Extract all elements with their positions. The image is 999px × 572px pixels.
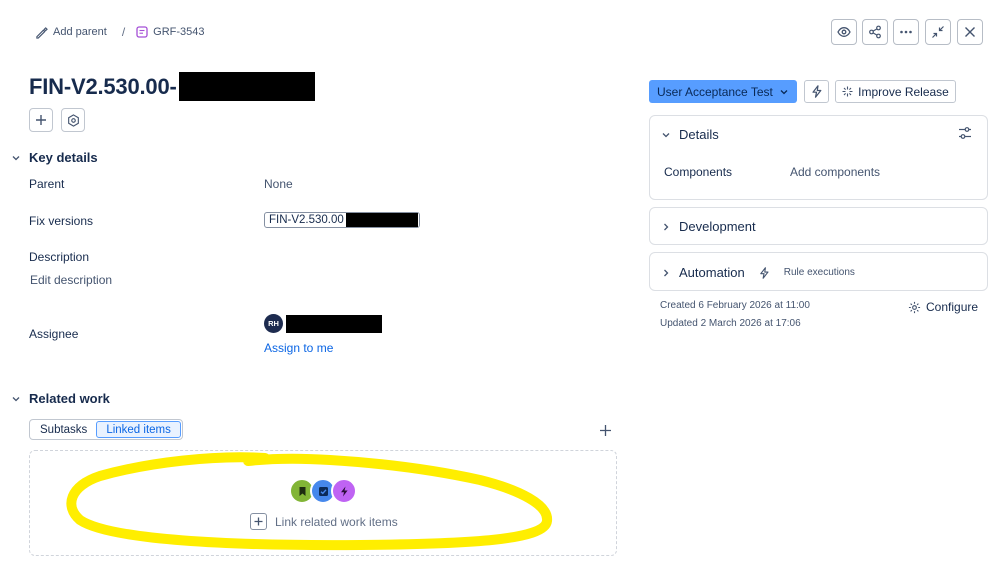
issue-key-label: GRF-3543 xyxy=(153,26,205,38)
close-button[interactable] xyxy=(957,19,983,45)
minimize-icon xyxy=(931,25,945,39)
issue-type-icons xyxy=(289,478,359,504)
eye-icon xyxy=(837,25,851,39)
description-label: Description xyxy=(29,250,90,264)
lightning-icon xyxy=(811,85,823,98)
add-button[interactable] xyxy=(29,108,53,132)
assignee-label: Assignee xyxy=(29,327,79,341)
assignee-field[interactable]: RH xyxy=(264,314,382,333)
plus-icon xyxy=(35,114,47,126)
key-details-header[interactable]: Key details xyxy=(11,150,98,165)
lightning-icon xyxy=(759,266,770,279)
configure-fields-button[interactable] xyxy=(958,126,972,140)
improve-release-button[interactable]: Improve Release xyxy=(835,80,956,103)
add-parent-label: Add parent xyxy=(53,26,107,38)
chevron-right-icon xyxy=(661,268,671,278)
components-label: Components xyxy=(664,165,733,179)
components-field[interactable]: Add components xyxy=(790,165,880,179)
related-work-heading: Related work xyxy=(29,391,110,406)
issue-title-row: FIN-V2.530.00- xyxy=(29,72,315,101)
status-label: User Acceptance Test xyxy=(657,84,773,99)
created-timestamp: Created 6 February 2026 at 11:00 xyxy=(660,300,810,311)
tab-subtasks[interactable]: Subtasks xyxy=(31,421,96,438)
link-related-button[interactable]: Link related work items xyxy=(250,513,398,530)
redacted-block xyxy=(178,72,315,101)
epic-icon xyxy=(331,478,357,504)
breadcrumb-separator: / xyxy=(121,25,126,39)
rule-executions-link[interactable]: Rule executions xyxy=(784,267,855,278)
related-work-header[interactable]: Related work xyxy=(11,391,110,406)
sparkle-icon xyxy=(842,86,853,97)
share-button[interactable] xyxy=(862,19,888,45)
development-header[interactable]: Development xyxy=(661,219,756,234)
edit-icon xyxy=(35,26,48,39)
avatar: RH xyxy=(264,314,283,333)
minimize-button[interactable] xyxy=(925,19,951,45)
issue-title[interactable]: FIN-V2.530.00- xyxy=(29,74,177,100)
breadcrumb: Add parent / GRF-3543 xyxy=(35,25,205,39)
issue-type-icon xyxy=(136,26,148,38)
redacted-block xyxy=(286,314,382,333)
gear-icon xyxy=(908,301,921,314)
automation-header[interactable]: Automation Rule executions xyxy=(661,265,855,280)
share-icon xyxy=(868,25,882,39)
chevron-right-icon xyxy=(661,222,671,232)
parent-label: Parent xyxy=(29,177,65,191)
add-parent-link[interactable]: Add parent xyxy=(35,26,107,39)
status-dropdown[interactable]: User Acceptance Test xyxy=(649,80,797,103)
add-related-button[interactable] xyxy=(599,424,612,437)
tab-linked-items[interactable]: Linked items xyxy=(96,421,181,438)
link-related-label: Link related work items xyxy=(275,514,398,529)
automation-button[interactable] xyxy=(804,80,829,103)
chevron-down-icon xyxy=(11,153,21,163)
updated-timestamp: Updated 2 March 2026 at 17:06 xyxy=(660,318,801,329)
fix-version-lozenge[interactable]: FIN-V2.530.00 xyxy=(264,212,420,228)
configure-button[interactable]: Configure xyxy=(908,300,978,314)
redacted-block xyxy=(345,213,418,227)
details-heading: Details xyxy=(679,127,719,142)
automation-heading: Automation xyxy=(679,265,745,280)
details-header[interactable]: Details xyxy=(661,127,719,142)
fix-version-value: FIN-V2.530.00 xyxy=(269,214,344,226)
improve-release-label: Improve Release xyxy=(858,84,949,99)
chevron-down-icon xyxy=(11,394,21,404)
fix-versions-label: Fix versions xyxy=(29,214,94,228)
configure-label: Configure xyxy=(926,300,979,314)
chevron-down-icon xyxy=(661,130,671,140)
related-work-tabs: Subtasks Linked items xyxy=(29,419,183,440)
issue-key-link[interactable]: GRF-3543 xyxy=(136,26,205,38)
plus-icon xyxy=(250,513,267,530)
more-actions-button[interactable] xyxy=(893,19,919,45)
hexagon-gear-icon xyxy=(67,113,80,127)
development-heading: Development xyxy=(679,219,756,234)
watch-button[interactable] xyxy=(831,19,857,45)
apps-button[interactable] xyxy=(61,108,85,132)
parent-value[interactable]: None xyxy=(264,177,293,191)
assign-to-me-link[interactable]: Assign to me xyxy=(264,341,333,355)
chevron-down-icon xyxy=(779,87,789,97)
description-field[interactable]: Edit description xyxy=(30,273,112,287)
more-icon xyxy=(899,25,913,39)
key-details-heading: Key details xyxy=(29,150,98,165)
plus-icon xyxy=(599,424,612,437)
sliders-icon xyxy=(958,126,972,140)
close-icon xyxy=(963,25,977,39)
